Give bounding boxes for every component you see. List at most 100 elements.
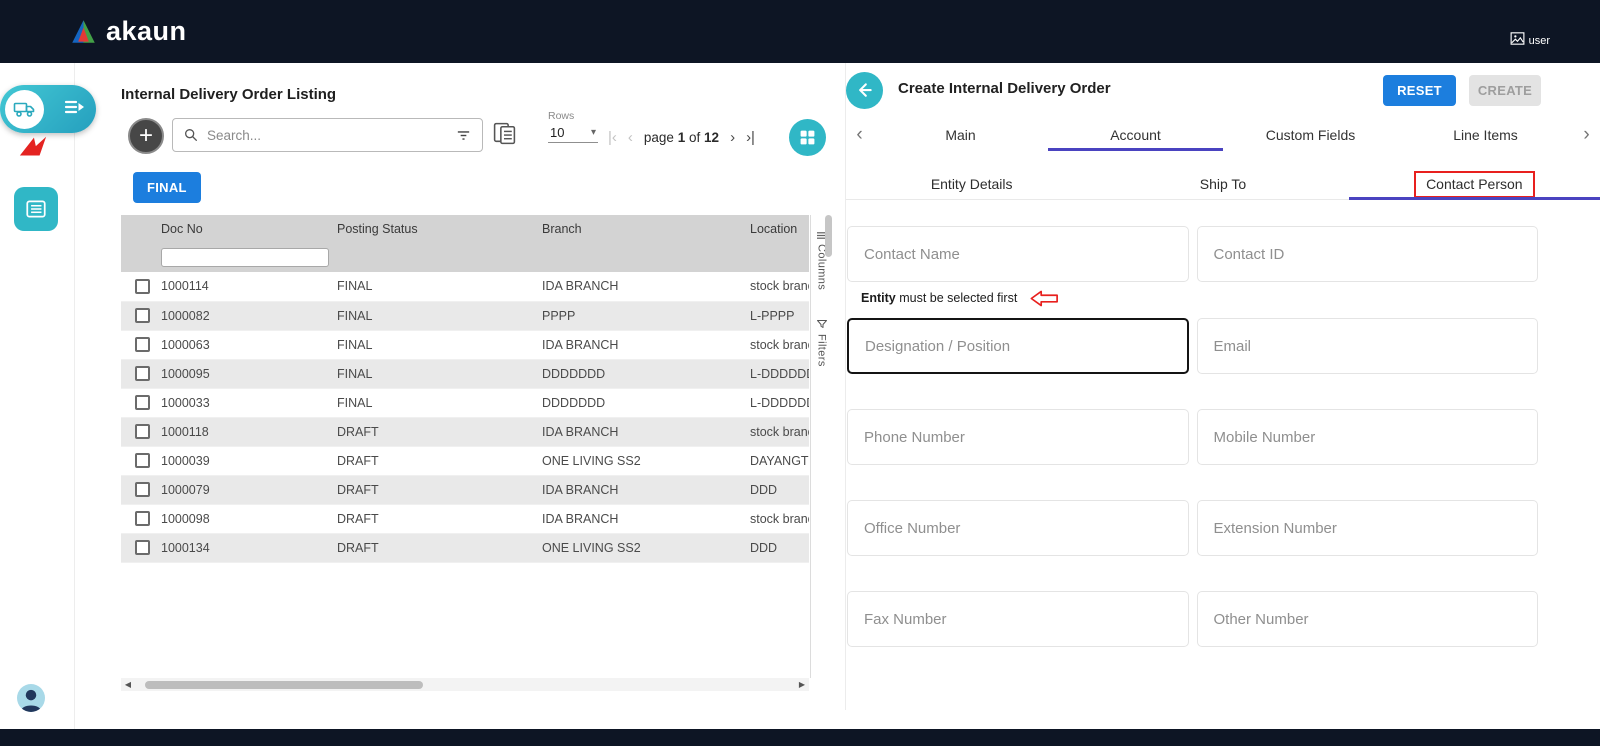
- doc-no-filter-input[interactable]: [161, 248, 329, 267]
- header-posting-status: Posting Status: [335, 215, 540, 243]
- cell-branch: IDA BRANCH: [540, 272, 748, 301]
- bottom-bar: [0, 729, 1600, 746]
- table-row[interactable]: 1000098 DRAFT IDA BRANCH stock branc: [121, 504, 809, 533]
- bottom-user-avatar[interactable]: [17, 684, 45, 712]
- search-icon: [183, 127, 199, 143]
- extension-number-input[interactable]: [1197, 500, 1539, 556]
- table-row[interactable]: 1000118 DRAFT IDA BRANCH stock branc: [121, 417, 809, 446]
- user-avatar-label: user: [1529, 35, 1550, 47]
- page-title: Internal Delivery Order Listing: [121, 86, 336, 103]
- cell-doc-no: 1000079: [159, 475, 335, 504]
- horizontal-scrollbar: ◀ ▶: [121, 678, 809, 691]
- cell-doc-no: 1000063: [159, 330, 335, 359]
- entity-helper-row: Entity must be selected first: [861, 289, 1538, 307]
- tabs-scroll-left-icon[interactable]: ‹: [846, 118, 873, 151]
- contact-person-form: Entity must be selected first: [846, 200, 1600, 647]
- contact-id-input[interactable]: [1197, 226, 1539, 282]
- tab-account[interactable]: Account: [1048, 118, 1223, 151]
- row-checkbox[interactable]: [135, 279, 150, 294]
- cell-doc-no: 1000098: [159, 504, 335, 533]
- entity-helper-text: Entity must be selected first: [861, 291, 1017, 305]
- listing-panel: Internal Delivery Order Listing + Rows: [121, 80, 832, 712]
- designation-input[interactable]: [847, 318, 1189, 374]
- vertical-scrollbar[interactable]: [825, 215, 832, 257]
- cell-location: stock branc: [748, 330, 809, 359]
- row-checkbox[interactable]: [135, 308, 150, 323]
- copy-pages-icon[interactable]: [492, 121, 517, 146]
- email-input[interactable]: [1197, 318, 1539, 374]
- sidebar-item-red-app[interactable]: [17, 132, 49, 162]
- table-row[interactable]: 1000114 FINAL IDA BRANCH stock branc: [121, 272, 809, 301]
- subtab-ship-to[interactable]: Ship To: [1097, 168, 1348, 200]
- create-order-panel: Create Internal Delivery Order RESET CRE…: [845, 63, 1600, 710]
- tab-custom-fields[interactable]: Custom Fields: [1223, 118, 1398, 151]
- row-checkbox[interactable]: [135, 482, 150, 497]
- row-checkbox[interactable]: [135, 424, 150, 439]
- cell-location: L-DDDDDD: [748, 388, 809, 417]
- row-checkbox[interactable]: [135, 366, 150, 381]
- table-row[interactable]: 1000039 DRAFT ONE LIVING SS2 DAYANGTE: [121, 446, 809, 475]
- scroll-left-icon[interactable]: ◀: [121, 678, 135, 691]
- row-checkbox[interactable]: [135, 453, 150, 468]
- create-button[interactable]: CREATE: [1469, 75, 1541, 106]
- last-page-button[interactable]: ›|: [746, 130, 755, 145]
- cell-branch: DDDDDDD: [540, 388, 748, 417]
- table-row[interactable]: 1000134 DRAFT ONE LIVING SS2 DDD: [121, 533, 809, 562]
- cell-posting-status: DRAFT: [335, 533, 540, 562]
- table-row[interactable]: 1000095 FINAL DDDDDDD L-DDDDDD: [121, 359, 809, 388]
- filter-list-icon[interactable]: [455, 127, 472, 144]
- other-number-input[interactable]: [1197, 591, 1539, 647]
- rows-per-page-select[interactable]: Rows 10 ▾: [548, 110, 604, 143]
- prev-page-button[interactable]: ‹: [628, 130, 633, 145]
- cell-location: DDD: [748, 475, 809, 504]
- cell-doc-no: 1000134: [159, 533, 335, 562]
- fax-number-input[interactable]: [847, 591, 1189, 647]
- subtab-entity-details[interactable]: Entity Details: [846, 168, 1097, 200]
- row-checkbox[interactable]: [135, 511, 150, 526]
- reset-button[interactable]: RESET: [1383, 75, 1456, 106]
- add-button[interactable]: +: [128, 118, 164, 154]
- cell-doc-no: 1000118: [159, 417, 335, 446]
- row-checkbox[interactable]: [135, 540, 150, 555]
- table-row[interactable]: 1000063 FINAL IDA BRANCH stock branc: [121, 330, 809, 359]
- row-checkbox[interactable]: [135, 337, 150, 352]
- red-logo-icon: [18, 134, 48, 160]
- tab-main[interactable]: Main: [873, 118, 1048, 151]
- grid-view-button[interactable]: [789, 119, 826, 156]
- back-button[interactable]: [846, 72, 883, 109]
- sidebar-item-listing-module[interactable]: [14, 187, 58, 231]
- cell-branch: IDA BRANCH: [540, 417, 748, 446]
- cell-posting-status: FINAL: [335, 272, 540, 301]
- filters-side-tab[interactable]: Filters: [811, 318, 832, 367]
- scroll-right-icon[interactable]: ▶: [795, 678, 809, 691]
- row-checkbox[interactable]: [135, 395, 150, 410]
- filter-checkbox-cell: [121, 243, 159, 272]
- contact-name-input[interactable]: [847, 226, 1189, 282]
- table-row[interactable]: 1000079 DRAFT IDA BRANCH DDD: [121, 475, 809, 504]
- user-avatar[interactable]: user: [1509, 30, 1550, 47]
- tab-line-items[interactable]: Line Items: [1398, 118, 1573, 151]
- first-page-button[interactable]: |‹: [608, 130, 617, 145]
- table-filter-row: [121, 243, 809, 272]
- phone-number-input[interactable]: [847, 409, 1189, 465]
- main-tabs: ‹ Main Account Custom Fields Line Items …: [846, 118, 1600, 151]
- office-number-input[interactable]: [847, 500, 1189, 556]
- tabs-scroll-right-icon[interactable]: ›: [1573, 118, 1600, 151]
- header-doc-no: Doc No: [159, 215, 335, 243]
- subtab-contact-person[interactable]: Contact Person: [1349, 168, 1600, 200]
- mobile-number-input[interactable]: [1197, 409, 1539, 465]
- search-input[interactable]: [207, 128, 447, 143]
- next-page-button[interactable]: ›: [730, 130, 735, 145]
- rows-value: 10: [550, 125, 564, 140]
- cell-location: DAYANGTE: [748, 446, 809, 475]
- cell-doc-no: 1000033: [159, 388, 335, 417]
- table-row[interactable]: 1000033 FINAL DDDDDDD L-DDDDDD: [121, 388, 809, 417]
- sidebar-item-delivery-module[interactable]: [0, 85, 96, 133]
- horizontal-scrollbar-thumb[interactable]: [145, 681, 423, 689]
- current-page: 1: [678, 130, 686, 145]
- table-header-row: Doc No Posting Status Branch Location: [121, 215, 809, 243]
- funnel-icon: [816, 318, 828, 330]
- cell-location: stock branc: [748, 272, 809, 301]
- final-status-chip[interactable]: FINAL: [133, 172, 201, 203]
- table-row[interactable]: 1000082 FINAL PPPP L-PPPP: [121, 301, 809, 330]
